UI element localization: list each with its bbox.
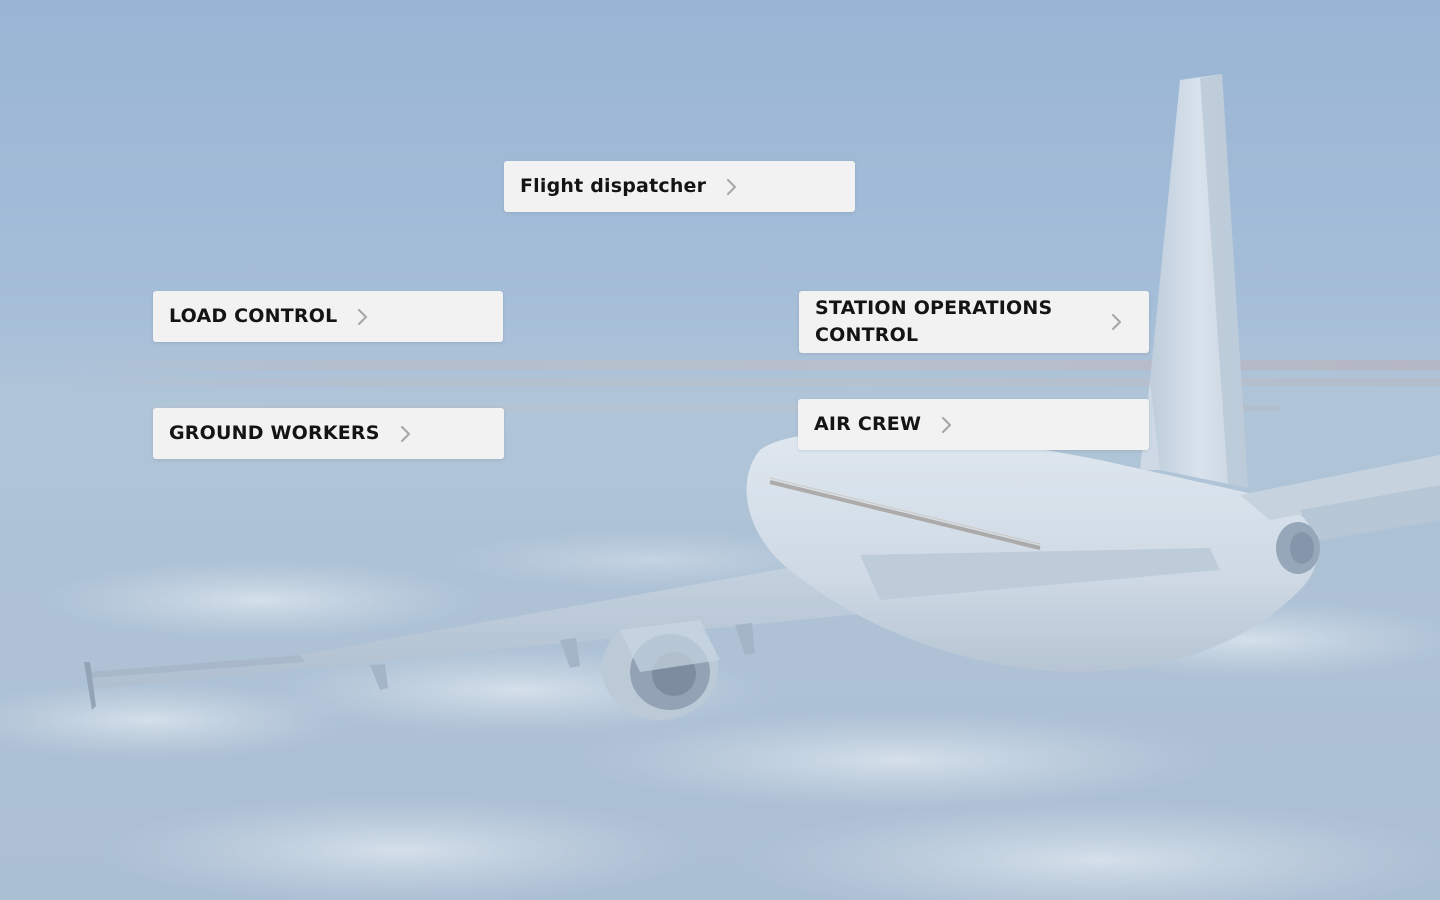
chevron-right-icon [398,425,412,443]
role-card-label: Flight dispatcher [520,175,707,197]
role-card-label: STATION OPERATIONS CONTROL [815,297,1053,346]
role-card-flight-dispatcher[interactable]: Flight dispatcher [504,161,855,212]
role-card-air-crew[interactable]: AIR CREW [798,399,1149,450]
role-card-ground-workers[interactable]: GROUND WORKERS [153,408,504,459]
chevron-right-icon [355,308,369,326]
chevron-right-icon [724,178,738,196]
role-card-station-operations-control[interactable]: STATION OPERATIONS CONTROL [799,291,1149,353]
role-card-label: AIR CREW [814,413,922,435]
chevron-right-icon [1109,313,1123,331]
role-card-label: LOAD CONTROL [169,305,338,327]
role-card-label: GROUND WORKERS [169,422,380,444]
chevron-right-icon [939,416,953,434]
role-card-load-control[interactable]: LOAD CONTROL [153,291,503,342]
